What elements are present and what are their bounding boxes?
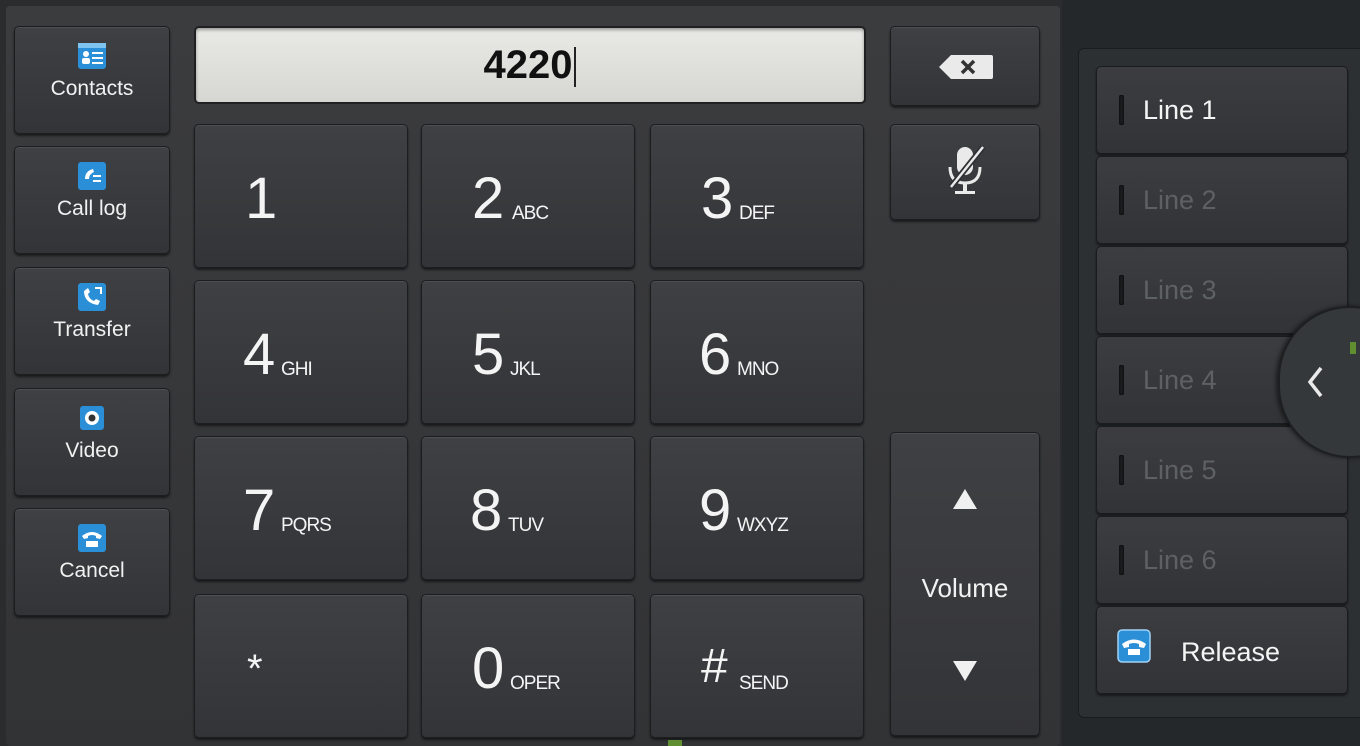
video-button[interactable]: Video — [14, 388, 170, 496]
dial-number-display[interactable]: 4220 — [194, 26, 866, 104]
text-cursor — [574, 47, 577, 88]
key-1[interactable]: 1 — [194, 124, 408, 268]
page-indicator — [668, 740, 682, 746]
key-3[interactable]: 3 DEF — [650, 124, 864, 268]
transfer-button[interactable]: Transfer — [14, 267, 170, 375]
cancel-button[interactable]: Cancel — [14, 508, 170, 616]
volume-up-button[interactable] — [943, 481, 987, 517]
line-1-button[interactable]: Line 1 — [1096, 66, 1348, 154]
line-label: Line 3 — [1143, 275, 1217, 305]
video-label: Video — [65, 439, 119, 462]
key-letters: MNO — [737, 359, 779, 380]
line-status-led — [1119, 185, 1124, 215]
line-6-button[interactable]: Line 6 — [1096, 516, 1348, 604]
key-digit: 7 — [243, 478, 276, 543]
arrow-down-icon — [953, 661, 977, 681]
release-label: Release — [1181, 637, 1281, 667]
backspace-icon — [937, 53, 995, 86]
key-9[interactable]: 9 WXYZ — [650, 436, 864, 580]
key-digit: 3 — [701, 166, 734, 231]
key-digit: 1 — [245, 166, 278, 231]
key-4[interactable]: 4 GHI — [194, 280, 408, 424]
key-6[interactable]: 6 MNO — [650, 280, 864, 424]
key-2[interactable]: 2 ABC — [421, 124, 635, 268]
line-label: Line 2 — [1143, 185, 1217, 215]
line-label: Line 1 — [1143, 95, 1217, 125]
contacts-label: Contacts — [50, 77, 134, 100]
key-star[interactable]: * — [194, 594, 408, 738]
key-letters: WXYZ — [737, 515, 789, 536]
contacts-icon — [77, 41, 107, 71]
key-digit: 8 — [470, 478, 503, 543]
line-status-led — [1119, 455, 1124, 485]
mute-microphone-icon — [945, 143, 987, 204]
key-letters: GHI — [281, 359, 313, 380]
release-button[interactable]: Release — [1096, 606, 1348, 694]
line-label: Line 6 — [1143, 545, 1217, 575]
edge-indicator — [1350, 342, 1356, 354]
key-digit: * — [247, 647, 263, 691]
key-0[interactable]: 0 OPER — [421, 594, 635, 738]
volume-down-button[interactable] — [943, 653, 987, 689]
key-digit: 6 — [699, 322, 732, 387]
call-log-label: Call log — [56, 197, 128, 220]
chevron-left-icon — [1307, 366, 1323, 398]
key-8[interactable]: 8 TUV — [421, 436, 635, 580]
backspace-button[interactable] — [890, 26, 1040, 106]
cancel-label: Cancel — [59, 559, 125, 582]
key-digit: 9 — [699, 478, 732, 543]
line-status-led — [1119, 275, 1124, 305]
call-log-icon — [77, 161, 107, 191]
key-letters: OPER — [510, 673, 561, 694]
key-7[interactable]: 7 PQRS — [194, 436, 408, 580]
dialed-number: 4220 — [483, 43, 573, 87]
transfer-label: Transfer — [53, 318, 131, 341]
key-digit: 2 — [472, 166, 505, 231]
cancel-call-icon — [77, 523, 107, 553]
call-log-button[interactable]: Call log — [14, 146, 170, 254]
release-icon — [1117, 629, 1151, 668]
contacts-button[interactable]: Contacts — [14, 26, 170, 134]
line-status-led — [1119, 365, 1124, 395]
key-digit: # — [701, 640, 728, 693]
key-hash[interactable]: # SEND — [650, 594, 864, 738]
line-status-led — [1119, 545, 1124, 575]
arrow-up-icon — [953, 489, 977, 509]
mute-button[interactable] — [890, 124, 1040, 220]
line-2-button[interactable]: Line 2 — [1096, 156, 1348, 244]
video-icon — [77, 403, 107, 433]
key-letters: ABC — [512, 203, 549, 224]
key-letters: TUV — [508, 515, 544, 536]
key-digit: 4 — [243, 322, 276, 387]
key-letters: DEF — [739, 203, 775, 224]
line-label: Line 4 — [1143, 365, 1217, 395]
key-digit: 0 — [472, 636, 505, 701]
key-digit: 5 — [472, 322, 505, 387]
volume-control: Volume — [890, 432, 1040, 736]
volume-label: Volume — [921, 573, 1009, 603]
key-letters: JKL — [510, 359, 541, 380]
key-letters: SEND — [739, 673, 789, 694]
line-label: Line 5 — [1143, 455, 1217, 485]
line-status-led — [1119, 95, 1124, 125]
transfer-icon — [77, 282, 107, 312]
key-5[interactable]: 5 JKL — [421, 280, 635, 424]
key-letters: PQRS — [281, 515, 332, 536]
